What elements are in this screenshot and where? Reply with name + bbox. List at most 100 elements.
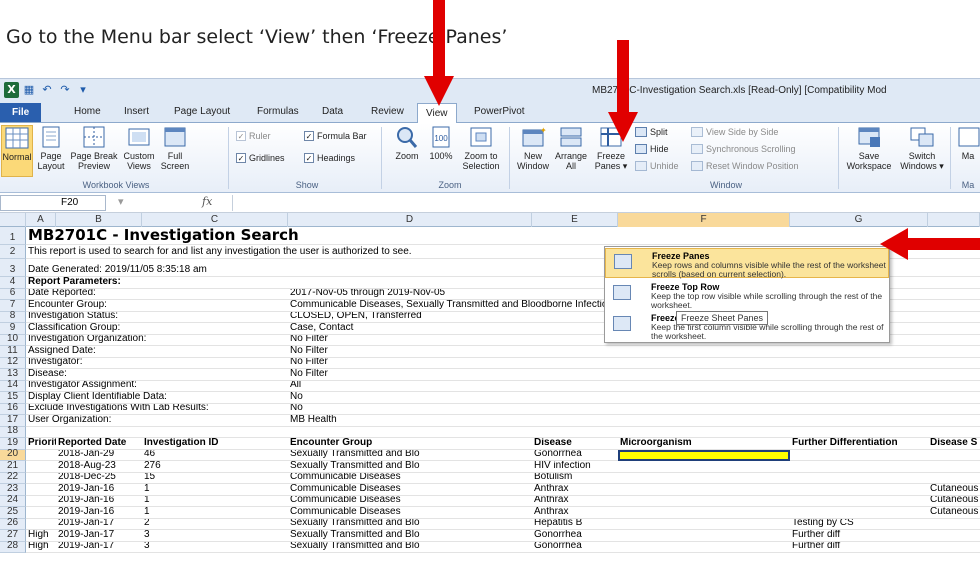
save-icon[interactable]: ▦ [21, 82, 37, 98]
headings-checkbox[interactable]: ✓ Headings [304, 153, 355, 163]
cell[interactable]: No Filter [288, 358, 980, 370]
row-header[interactable]: 3 [0, 259, 26, 277]
menu-item-freeze-top-row[interactable]: Freeze Top Row Keep the top row visible … [605, 280, 889, 310]
cell[interactable]: 2019-Jan-17 [56, 530, 142, 542]
column-header[interactable] [928, 213, 980, 227]
cell[interactable]: 1 [142, 496, 288, 508]
undo-icon[interactable]: ↶ [39, 82, 55, 98]
active-cell[interactable] [618, 449, 790, 461]
row-header[interactable]: 28 [0, 540, 26, 553]
customize-qat-icon[interactable]: ▾ [75, 82, 91, 98]
save-workspace-button[interactable]: Save Workspace [844, 125, 894, 171]
tab-file[interactable]: File [0, 103, 42, 122]
select-all-corner[interactable] [0, 213, 26, 227]
view-side-by-side-button[interactable]: View Side by Side [691, 127, 778, 137]
cell[interactable]: Further Differentiation [790, 438, 928, 450]
cell[interactable]: Priority [26, 438, 56, 450]
column-header[interactable]: D [288, 213, 532, 227]
column-header[interactable]: F [618, 213, 790, 227]
cell[interactable]: All [288, 381, 980, 393]
menu-item-freeze-panes[interactable]: Freeze Panes Keep rows and columns visib… [605, 248, 889, 279]
name-box[interactable]: F20 [0, 195, 106, 211]
formula-input[interactable] [232, 195, 978, 211]
cell[interactable]: No [288, 404, 980, 416]
cell[interactable]: 2018-Aug-23 [56, 461, 142, 473]
cell[interactable]: Further diff [790, 530, 928, 542]
cell[interactable]: No Filter [288, 369, 980, 381]
cell[interactable]: Encounter Group [288, 438, 532, 450]
cell[interactable]: 1 [142, 507, 288, 519]
column-header[interactable]: A [26, 213, 56, 227]
normal-view-button[interactable]: Normal [1, 125, 33, 177]
page-break-preview-button[interactable]: Page Break Preview [68, 125, 120, 171]
cell[interactable]: Communicable Diseases [288, 473, 980, 485]
cell[interactable]: No [288, 392, 980, 404]
redo-icon[interactable]: ↷ [57, 82, 73, 98]
cell[interactable]: Reported Date [56, 438, 142, 450]
cell[interactable]: 2019-Jan-16 [56, 496, 142, 508]
cell[interactable]: 2019-Jan-17 [56, 542, 142, 554]
cell[interactable]: MB Health [288, 415, 980, 427]
cell[interactable]: 3 [142, 530, 288, 542]
cell[interactable]: Disease S [928, 438, 980, 450]
cell[interactable]: 15 [142, 473, 288, 485]
cell[interactable]: Disease [532, 438, 618, 450]
reset-window-position-button[interactable]: Reset Window Position [691, 161, 799, 171]
cell[interactable]: 2 [142, 519, 288, 531]
cell[interactable]: 1 [142, 484, 288, 496]
tab-powerpivot[interactable]: PowerPivot [474, 106, 525, 117]
cell[interactable]: Microorganism [618, 438, 790, 450]
tab-formulas[interactable]: Formulas [257, 106, 299, 117]
zoom-button[interactable]: Zoom [392, 125, 422, 161]
cell[interactable]: Communicable Diseases [288, 507, 980, 519]
tab-review[interactable]: Review [371, 106, 404, 117]
cell[interactable]: Cutaneous [928, 484, 980, 496]
cell[interactable]: 46 [142, 450, 288, 462]
cell[interactable]: HIV infection [532, 461, 618, 473]
zoom-100-button[interactable]: 100 100% [426, 125, 456, 161]
arrange-all-button[interactable]: Arrange All [552, 125, 590, 171]
tab-page-layout[interactable]: Page Layout [174, 106, 230, 117]
column-header[interactable]: G [790, 213, 928, 227]
cell[interactable]: 3 [142, 542, 288, 554]
ruler-checkbox[interactable]: ✓ Ruler [236, 131, 271, 141]
cell[interactable]: Investigation ID [142, 438, 288, 450]
cell[interactable]: Hepatitis B [532, 519, 618, 531]
zoom-to-selection-button[interactable]: Zoom to Selection [460, 125, 502, 171]
cell[interactable]: Cutaneous [928, 507, 980, 519]
switch-windows-button[interactable]: Switch Windows ▾ [898, 125, 946, 171]
row-header[interactable]: 1 [0, 227, 26, 245]
cell[interactable]: 2019-Jan-17 [56, 519, 142, 531]
row-header[interactable]: 2 [0, 245, 26, 259]
tab-data[interactable]: Data [322, 106, 343, 117]
cell[interactable]: Anthrax [532, 507, 618, 519]
column-header[interactable]: E [532, 213, 618, 227]
cell[interactable]: 2018-Jan-29 [56, 450, 142, 462]
cell[interactable]: MB2701C - Investigation Search [26, 227, 980, 245]
cell[interactable]: Communicable Diseases [288, 484, 980, 496]
macros-button[interactable]: Ma [956, 125, 980, 161]
cell[interactable]: Anthrax [532, 496, 618, 508]
new-window-button[interactable]: ✦ New Window [516, 125, 550, 171]
cell[interactable]: 2019-Jan-16 [56, 484, 142, 496]
tab-home[interactable]: Home [74, 106, 101, 117]
cell[interactable]: Botulism [532, 473, 618, 485]
unhide-button[interactable]: Unhide [635, 161, 679, 171]
gridlines-checkbox[interactable]: ✓ Gridlines [236, 153, 285, 163]
cell[interactable]: Communicable Diseases [288, 496, 980, 508]
cell[interactable]: 2018-Dec-25 [56, 473, 142, 485]
cell[interactable]: Testing by CS [790, 519, 928, 531]
cell[interactable]: Gonorrhea [532, 450, 618, 462]
cell[interactable]: Further diff [790, 542, 928, 554]
cell[interactable]: Anthrax [532, 484, 618, 496]
page-layout-button[interactable]: Page Layout [36, 125, 66, 171]
hide-button[interactable]: Hide [635, 144, 669, 154]
cell[interactable]: Sexually Transmitted and Blo [288, 461, 980, 473]
formula-bar-checkbox[interactable]: ✓ Formula Bar [304, 131, 367, 141]
cell[interactable]: Gonorrhea [532, 542, 618, 554]
custom-views-button[interactable]: Custom Views [122, 125, 156, 171]
cell[interactable]: Gonorrhea [532, 530, 618, 542]
cell[interactable]: 276 [142, 461, 288, 473]
column-header[interactable]: B [56, 213, 142, 227]
full-screen-button[interactable]: Full Screen [158, 125, 192, 171]
